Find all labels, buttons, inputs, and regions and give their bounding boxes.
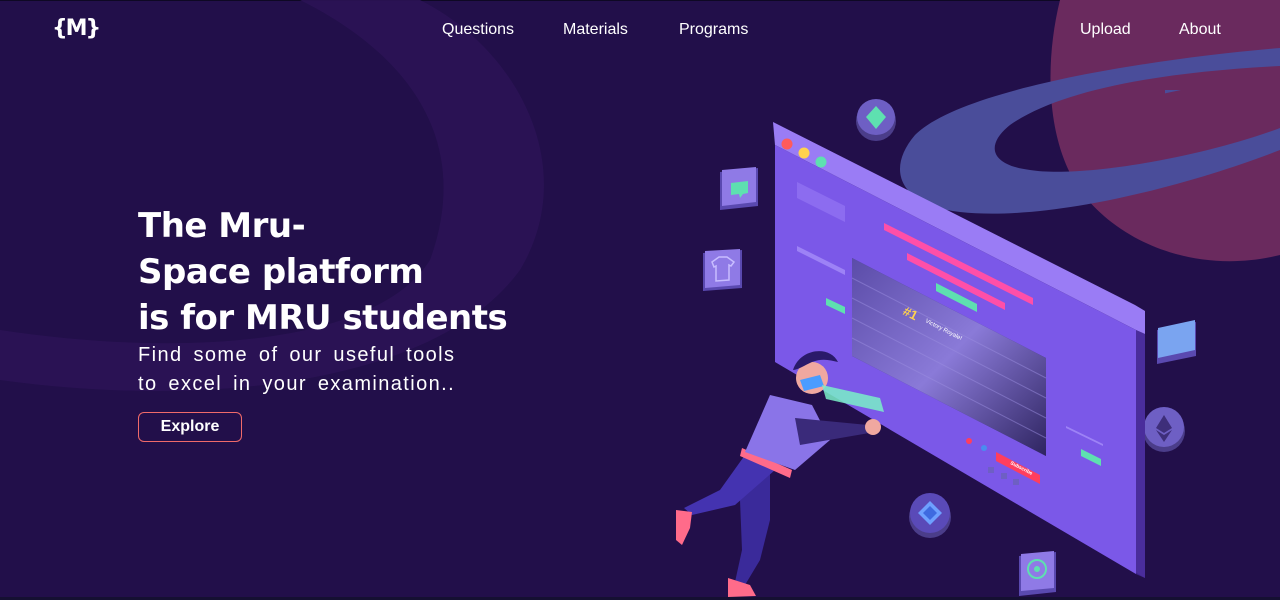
- podcast-badge-icon: [1019, 551, 1056, 596]
- diamond-badge-icon: [909, 493, 951, 538]
- hero-subtitle-line: Find some of our useful tools: [138, 344, 456, 366]
- hero-illustration: #1 Victory Royale! Subscribe: [676, 90, 1196, 597]
- hero-title: The Mru- Space platform is for MRU stude…: [138, 203, 558, 341]
- hero-subtitle: Find some of our useful tools to excel i…: [138, 341, 488, 399]
- logo[interactable]: {M}: [52, 16, 101, 42]
- explore-button[interactable]: Explore: [138, 412, 242, 442]
- hero-subtitle-line: to excel in your examination..: [138, 373, 456, 395]
- browser-window: #1 Victory Royale! Subscribe: [773, 122, 1145, 578]
- discord-badge-icon: [720, 167, 758, 210]
- shirt-badge-icon: [703, 249, 742, 291]
- nav-materials[interactable]: Materials: [563, 20, 628, 40]
- nav-about[interactable]: About: [1179, 20, 1221, 40]
- ethereum-badge-icon: [1143, 407, 1185, 452]
- window-maximize-icon: [815, 156, 827, 168]
- window-close-icon: [781, 138, 793, 150]
- gem-badge-icon: [856, 99, 896, 141]
- hero-title-line: Space platform: [138, 252, 424, 292]
- nav-upload[interactable]: Upload: [1080, 20, 1131, 40]
- window-minimize-icon: [798, 147, 810, 159]
- nav-programs[interactable]: Programs: [679, 20, 748, 40]
- hero-title-line: is for MRU students: [138, 298, 508, 338]
- nav-questions[interactable]: Questions: [442, 20, 514, 40]
- hero-title-line: The Mru-: [138, 206, 306, 246]
- card-badge-icon: [1157, 90, 1196, 364]
